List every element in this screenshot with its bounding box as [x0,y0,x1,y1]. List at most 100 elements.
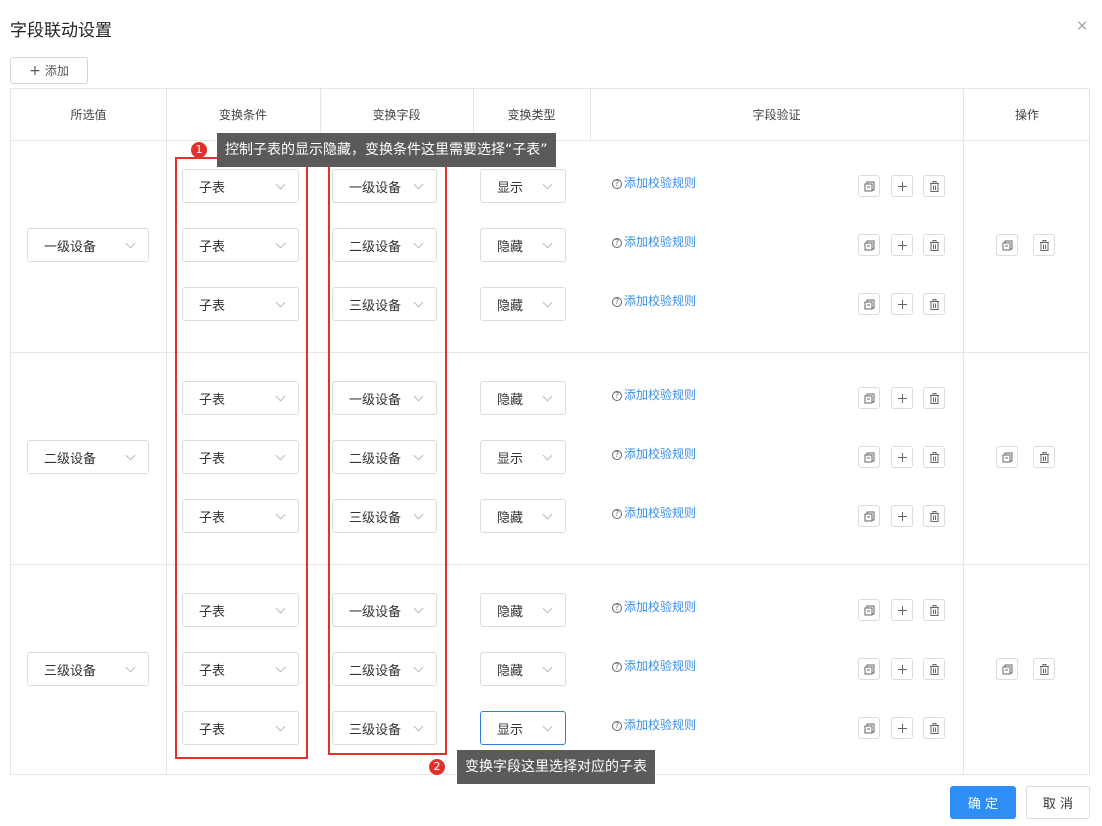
type-select[interactable]: 隐藏 [480,287,566,321]
type-select-value: 隐藏 [497,663,524,679]
column-divider [963,89,964,774]
chevron-down-icon [542,297,553,307]
help-icon: ? [612,179,622,189]
type-select[interactable]: 隐藏 [480,228,566,262]
copy-row-icon[interactable] [858,717,880,739]
copy-group-icon[interactable] [996,446,1018,468]
add-rule-link[interactable]: ? 添加校验规则 [612,657,696,674]
delete-row-icon[interactable] [923,234,945,256]
add-rule-link[interactable]: ? 添加校验规则 [612,598,696,615]
add-rule-label: 添加校验规则 [624,659,697,673]
delete-row-icon[interactable] [923,387,945,409]
copy-row-icon[interactable] [858,175,880,197]
delete-row-icon[interactable] [923,505,945,527]
add-rule-label: 添加校验规则 [624,447,697,461]
add-button-label: 添加 [44,64,69,78]
delete-row-icon[interactable] [923,599,945,621]
add-rule-link[interactable]: ? 添加校验规则 [612,445,696,462]
selected-value-select-value: 一级设备 [44,239,97,255]
col-actions: 操作 [1014,108,1039,122]
add-rule-label: 添加校验规则 [624,600,697,614]
chevron-down-icon [542,179,553,189]
chevron-down-icon [542,450,553,460]
chevron-down-icon [542,238,553,248]
confirm-button[interactable]: 确 定 [950,786,1016,819]
chevron-down-icon [125,238,136,248]
add-rule-label: 添加校验规则 [624,718,697,732]
delete-group-icon[interactable] [1033,234,1055,256]
selected-value-select[interactable]: 二级设备 [27,440,149,474]
chevron-down-icon [542,662,553,672]
group-divider [11,352,1089,353]
type-select-value: 隐藏 [497,392,524,408]
delete-row-icon[interactable] [923,446,945,468]
help-icon: ? [612,450,622,460]
cancel-button[interactable]: 取 消 [1026,786,1090,819]
add-rule-label: 添加校验规则 [624,294,697,308]
chevron-down-icon [542,603,553,613]
add-row-icon[interactable] [891,175,913,197]
annotation-badge-1: 1 [191,142,207,158]
help-icon: ? [612,297,622,307]
add-row-icon[interactable] [891,599,913,621]
type-select-value: 隐藏 [497,239,524,255]
copy-row-icon[interactable] [858,293,880,315]
selected-value-select[interactable]: 一级设备 [27,228,149,262]
delete-row-icon[interactable] [923,717,945,739]
add-row-icon[interactable] [891,505,913,527]
help-icon: ? [612,391,622,401]
copy-group-icon[interactable] [996,234,1018,256]
type-select-value: 显示 [497,451,524,467]
add-rule-label: 添加校验规则 [624,235,697,249]
copy-row-icon[interactable] [858,505,880,527]
add-button[interactable]: + 添加 [10,57,88,84]
copy-row-icon[interactable] [858,658,880,680]
selected-value-select[interactable]: 三级设备 [27,652,149,686]
add-row-icon[interactable] [891,234,913,256]
copy-row-icon[interactable] [858,387,880,409]
add-rule-label: 添加校验规则 [624,388,697,402]
column-divider [590,89,591,141]
add-rule-link[interactable]: ? 添加校验规则 [612,174,696,191]
close-icon[interactable]: × [1076,18,1088,34]
type-select[interactable]: 隐藏 [480,499,566,533]
chevron-down-icon [542,721,553,731]
delete-group-icon[interactable] [1033,446,1055,468]
help-icon: ? [612,509,622,519]
add-rule-link[interactable]: ? 添加校验规则 [612,504,696,521]
delete-row-icon[interactable] [923,175,945,197]
add-row-icon[interactable] [891,293,913,315]
add-row-icon[interactable] [891,658,913,680]
type-select[interactable]: 隐藏 [480,652,566,686]
copy-row-icon[interactable] [858,446,880,468]
help-icon: ? [612,662,622,672]
add-rule-link[interactable]: ? 添加校验规则 [612,233,696,250]
type-select-value: 隐藏 [497,604,524,620]
delete-group-icon[interactable] [1033,658,1055,680]
annotation-callout-1: 控制子表的显示隐藏，变换条件这里需要选择“子表” [217,133,556,167]
add-row-icon[interactable] [891,387,913,409]
delete-row-icon[interactable] [923,293,945,315]
type-select[interactable]: 显示 [480,169,566,203]
type-select[interactable]: 显示 [480,711,566,745]
add-row-icon[interactable] [891,717,913,739]
add-rule-label: 添加校验规则 [624,176,697,190]
chevron-down-icon [125,662,136,672]
add-rule-link[interactable]: ? 添加校验规则 [612,386,696,403]
copy-row-icon[interactable] [858,234,880,256]
delete-row-icon[interactable] [923,658,945,680]
copy-row-icon[interactable] [858,599,880,621]
type-select[interactable]: 隐藏 [480,593,566,627]
type-select-value: 显示 [497,180,524,196]
chevron-down-icon [542,509,553,519]
plus-icon: + [29,62,41,79]
selected-value-select-value: 三级设备 [44,663,97,679]
copy-group-icon[interactable] [996,658,1018,680]
add-rule-link[interactable]: ? 添加校验规则 [612,716,696,733]
add-row-icon[interactable] [891,446,913,468]
dialog-title: 字段联动设置 [10,21,112,41]
type-select[interactable]: 显示 [480,440,566,474]
type-select-value: 显示 [497,722,524,738]
add-rule-link[interactable]: ? 添加校验规则 [612,292,696,309]
type-select[interactable]: 隐藏 [480,381,566,415]
